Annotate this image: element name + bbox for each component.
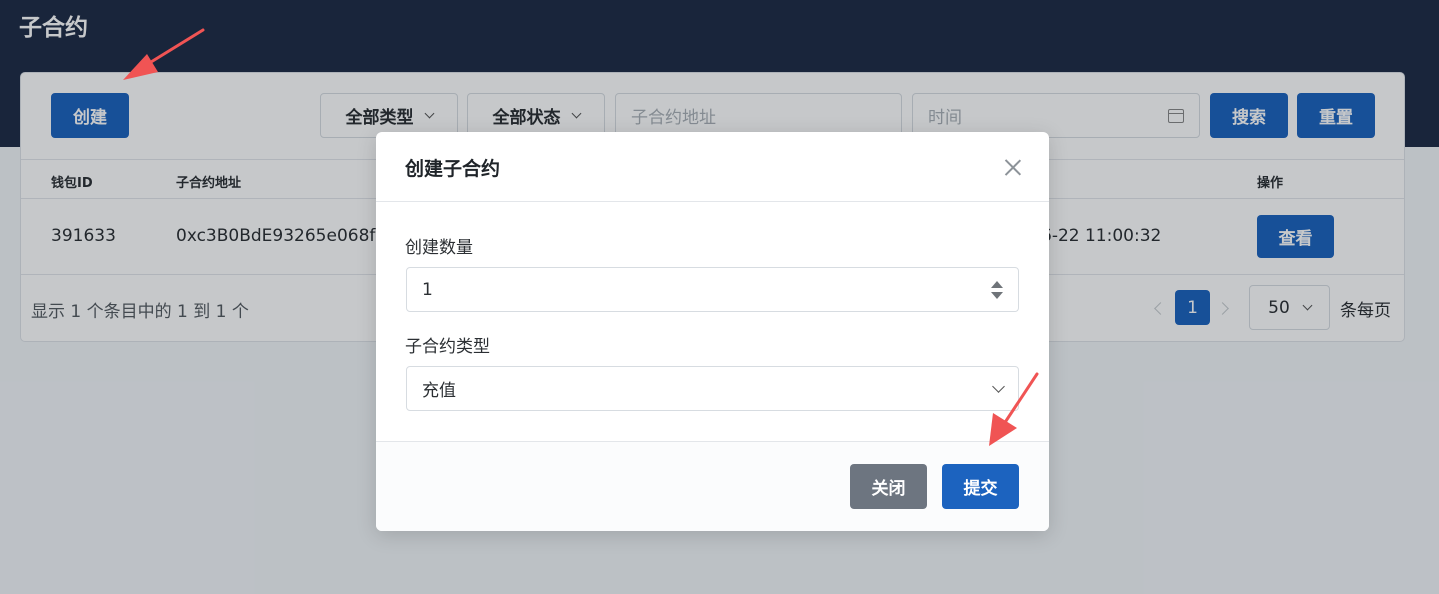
subcontract-type-label: 子合约类型 xyxy=(405,337,490,357)
submit-button[interactable]: 提交 xyxy=(942,464,1019,509)
close-button[interactable]: 关闭 xyxy=(850,464,927,509)
quantity-value: 1 xyxy=(422,279,433,300)
quantity-input[interactable]: 1 xyxy=(406,267,1019,312)
subcontract-type-select[interactable]: 充值 xyxy=(406,366,1019,411)
close-icon[interactable] xyxy=(1003,157,1023,177)
chevron-down-icon xyxy=(992,380,1005,393)
modal-footer: 关闭 提交 xyxy=(376,441,1049,531)
subcontract-type-value: 充值 xyxy=(422,381,456,401)
create-subcontract-modal: 创建子合约 创建数量 1 子合约类型 充值 关闭 提交 xyxy=(376,132,1049,531)
quantity-label: 创建数量 xyxy=(405,238,473,258)
number-spinner-icon[interactable] xyxy=(991,280,1003,299)
modal-header: 创建子合约 xyxy=(376,132,1049,202)
modal-title: 创建子合约 xyxy=(405,158,501,180)
